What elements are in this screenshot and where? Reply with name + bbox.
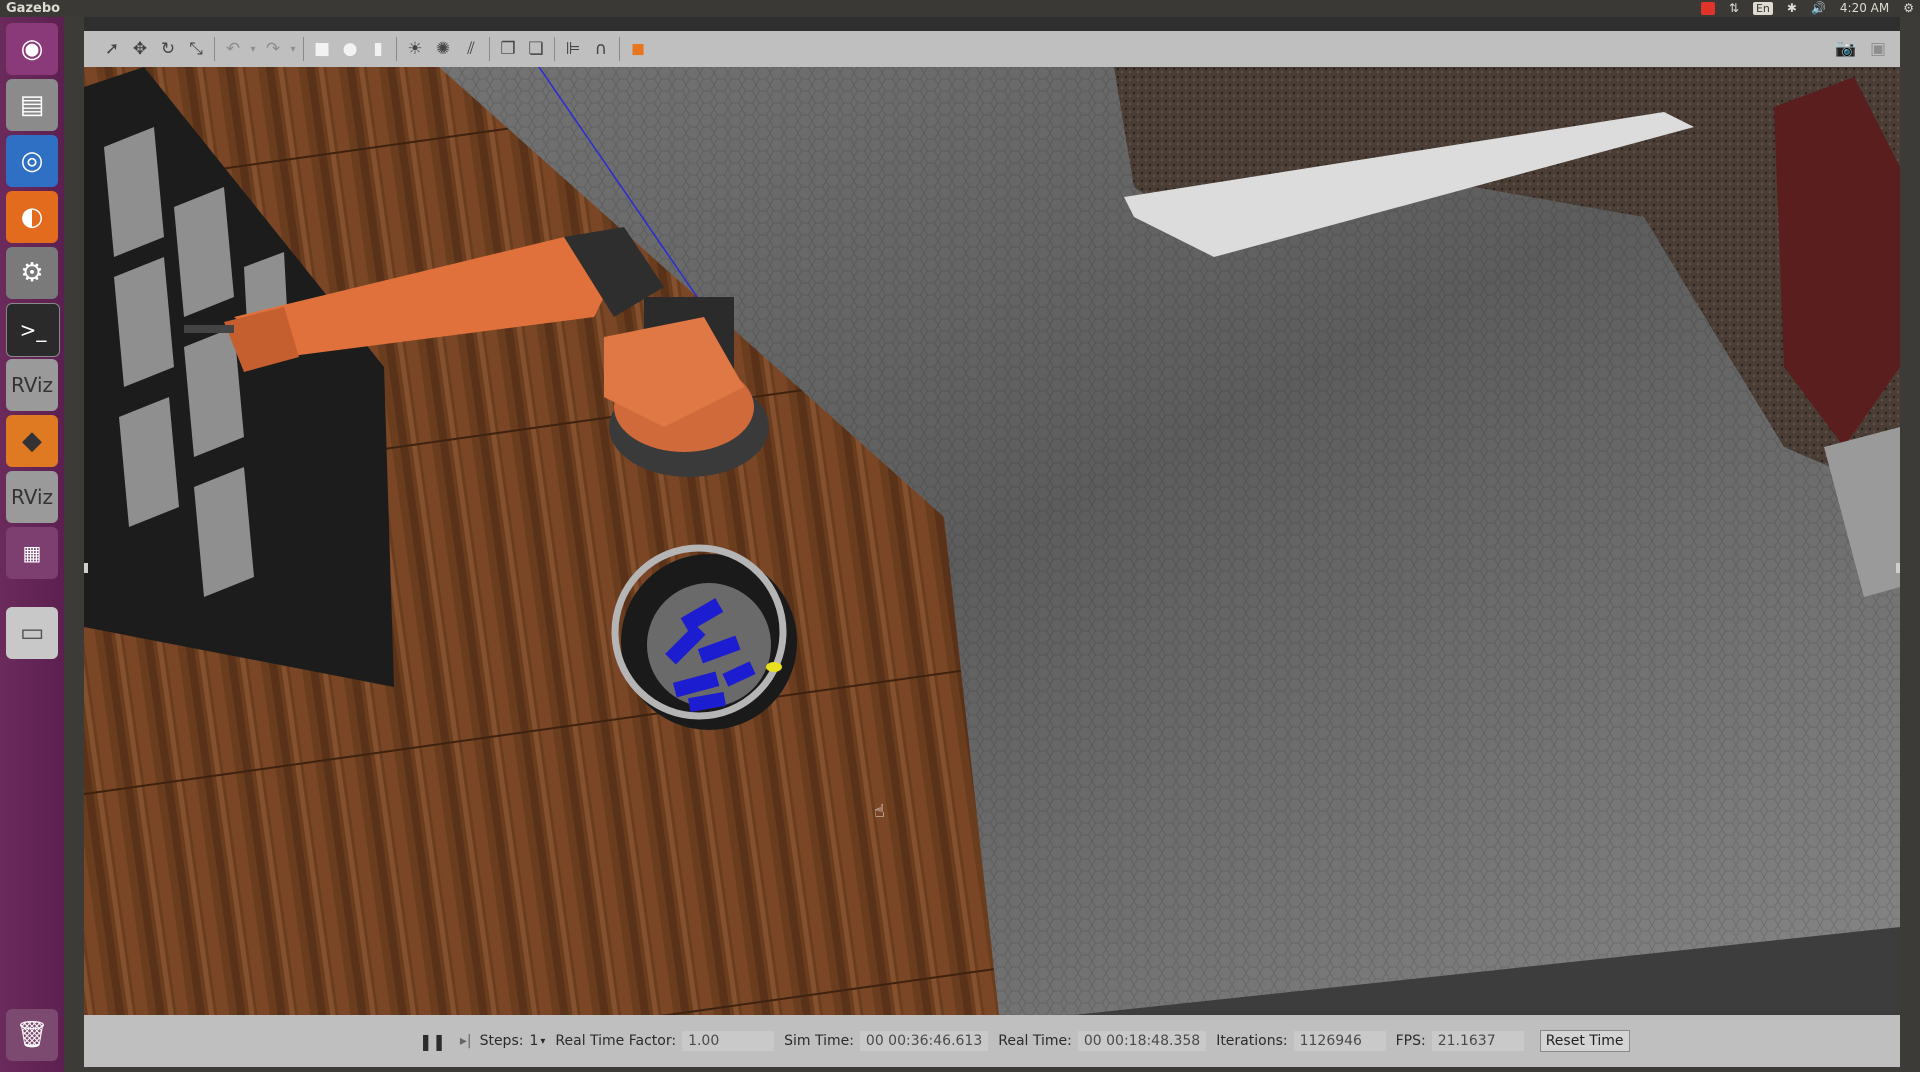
align-icon[interactable]: ⊫ (559, 35, 587, 63)
3d-scene-viewport[interactable]: ☝ (84, 67, 1900, 1015)
translate-icon[interactable]: ✥ (126, 35, 154, 63)
terminal-icon[interactable]: >_ (6, 303, 60, 357)
cursor-hand-icon: ☝ (874, 801, 885, 822)
fps-label: FPS: (1395, 1033, 1426, 1049)
yellow-item (766, 662, 782, 672)
rotate-icon[interactable]: ↻ (154, 35, 182, 63)
undo-dropdown-icon[interactable]: ▾ (247, 35, 259, 63)
toolbar-separator (619, 37, 620, 61)
copy-icon[interactable]: ❐ (494, 35, 522, 63)
steps-value[interactable]: 1 (529, 1033, 538, 1049)
system-settings-icon[interactable]: ⚙ (6, 247, 58, 299)
rviz-label: RViz (10, 485, 54, 509)
real-time-factor-value: 1.00 (682, 1031, 775, 1051)
rviz-label: RViz (10, 373, 54, 397)
indicator-area: ⇅ En ✱ 🔊 4:20 AM ⚙ (1700, 0, 1914, 17)
right-panel-handle[interactable] (1896, 563, 1900, 573)
steps-label: Steps: (479, 1033, 524, 1049)
firefox-icon[interactable]: ◐ (6, 191, 58, 243)
fps-value: 21.1637 (1431, 1031, 1524, 1051)
real-time-value: 00 00:18:48.358 (1077, 1031, 1207, 1051)
drive-icon[interactable]: ▭ (6, 607, 58, 659)
gazebo-toolbar: ➚ ✥ ↻ ⤡ ↶ ▾ ↷ ▾ ■ ● ▮ ☀ ✺ ⫽ ❐ ❏ ⊫ ∩ ◼ 📷 … (84, 31, 1900, 67)
toolbar-separator (303, 37, 304, 61)
scale-icon[interactable]: ⤡ (182, 35, 210, 63)
status-bar: ❚❚ ▸| Steps: 1 ▾ Real Time Factor: 1.00 … (84, 1015, 1900, 1067)
spot-light-icon[interactable]: ✺ (429, 35, 457, 63)
select-icon[interactable]: ➚ (98, 35, 126, 63)
point-light-icon[interactable]: ☀ (401, 35, 429, 63)
left-panel-handle[interactable] (84, 563, 88, 573)
toolbar-separator (554, 37, 555, 61)
volume-icon[interactable]: 🔊 (1811, 0, 1826, 17)
iterations-value: 1126946 (1293, 1031, 1386, 1051)
record-indicator-icon[interactable] (1700, 2, 1715, 15)
ubuntu-dash-icon[interactable]: ◉ (6, 23, 58, 75)
step-icon[interactable]: ▸| (460, 1033, 472, 1049)
gazebo-icon[interactable]: ◆ (6, 415, 58, 467)
real-time-label: Real Time: (998, 1033, 1072, 1049)
box-icon[interactable]: ■ (308, 35, 336, 63)
rviz-icon[interactable]: RViz (6, 359, 58, 411)
iterations-label: Iterations: (1216, 1033, 1288, 1049)
record-icon[interactable]: ▣ (1864, 35, 1892, 63)
redo-dropdown-icon[interactable]: ▾ (287, 35, 299, 63)
reset-time-button[interactable]: Reset Time (1539, 1030, 1630, 1052)
settings-gear-icon[interactable]: ⚙ (1903, 0, 1914, 17)
redo-icon[interactable]: ↷ (259, 35, 287, 63)
network-icon[interactable]: ⇅ (1729, 0, 1739, 17)
pause-icon[interactable]: ❚❚ (419, 1032, 446, 1051)
screenshot-icon[interactable]: 📷 (1832, 35, 1860, 63)
chromium-icon[interactable]: ◎ (6, 135, 58, 187)
toolbar-separator (214, 37, 215, 61)
rviz-icon[interactable]: RViz (6, 471, 58, 523)
keyboard-language[interactable]: En (1752, 2, 1773, 15)
paste-icon[interactable]: ❏ (522, 35, 550, 63)
workspace-switcher-icon[interactable]: ▦ (6, 527, 58, 579)
launcher: ◉ ▤ ◎ ◐ ⚙ >_ RViz ◆ RViz ▦ ▭ 🗑 (0, 17, 64, 1072)
sim-time-value: 00 00:36:46.613 (859, 1031, 989, 1051)
files-icon[interactable]: ▤ (6, 79, 58, 131)
undo-icon[interactable]: ↶ (219, 35, 247, 63)
sphere-icon[interactable]: ● (336, 35, 364, 63)
sim-time-label: Sim Time: (784, 1033, 854, 1049)
bluetooth-icon[interactable]: ✱ (1787, 0, 1797, 17)
toolbar-separator (396, 37, 397, 61)
toolbar-separator (489, 37, 490, 61)
directional-light-icon[interactable]: ⫽ (457, 35, 485, 63)
view-angle-icon[interactable]: ◼ (624, 35, 652, 63)
top-panel: Gazebo ⇅ En ✱ 🔊 4:20 AM ⚙ (0, 0, 1920, 17)
app-title: Gazebo (6, 1, 61, 16)
scene-render: ☝ (84, 67, 1900, 1015)
steps-dropdown-icon[interactable]: ▾ (540, 1036, 545, 1047)
snap-icon[interactable]: ∩ (587, 35, 615, 63)
clock[interactable]: 4:20 AM (1840, 0, 1889, 17)
gazebo-window: ➚ ✥ ↻ ⤡ ↶ ▾ ↷ ▾ ■ ● ▮ ☀ ✺ ⫽ ❐ ❏ ⊫ ∩ ◼ 📷 … (84, 17, 1900, 1067)
real-time-factor-label: Real Time Factor: (555, 1033, 677, 1049)
cylinder-icon[interactable]: ▮ (364, 35, 392, 63)
trash-icon[interactable]: 🗑 (6, 1009, 58, 1061)
